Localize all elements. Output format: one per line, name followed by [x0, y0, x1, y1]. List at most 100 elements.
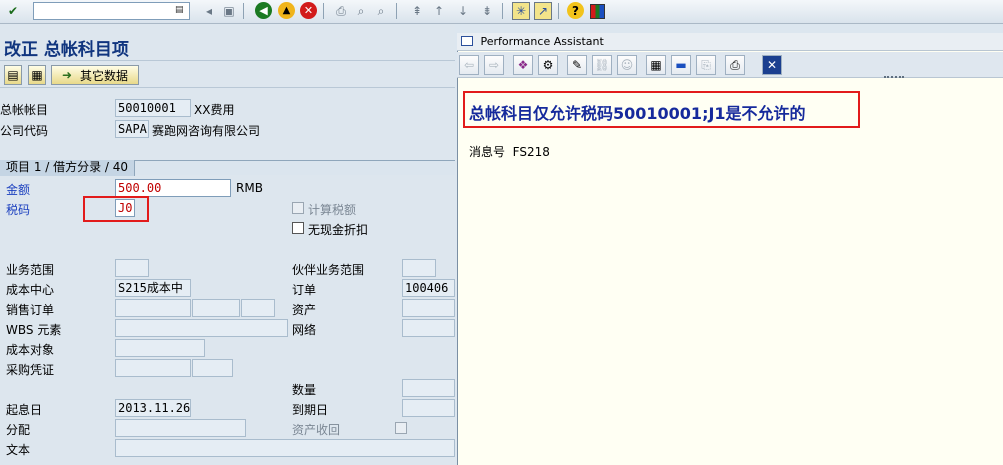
resize-grip[interactable] — [884, 76, 904, 78]
calculate-tax-checkbox[interactable] — [292, 202, 304, 214]
cost-object-label: 成本对象 — [6, 343, 55, 357]
tax-code-highlight — [83, 196, 149, 222]
network-field[interactable] — [402, 319, 455, 337]
purchasing-document-item-field[interactable] — [192, 359, 233, 377]
text-field[interactable] — [115, 439, 455, 457]
quantity-label: 数量 — [292, 383, 317, 397]
item-section-title: 项目 1 / 借方分录 / 40 — [0, 160, 136, 176]
quantity-field[interactable] — [402, 379, 455, 397]
page-title: 改正 总帐科目项 — [4, 40, 129, 60]
company-code-label: 公司代码 — [0, 124, 49, 138]
partner-business-area-label: 伙伴业务范围 — [292, 263, 365, 277]
sales-order-label: 销售订单 — [6, 303, 55, 317]
error-message-highlight — [463, 91, 860, 128]
save-icon[interactable]: ▣ — [220, 2, 238, 20]
performance-assistant-toolbar: ⇦ ⇨ ❖ ⚙ ✎ ⛓ ☺ ▦ ▬ ⎘ ⎙ ✕ — [457, 52, 1003, 78]
wbs-element-label: WBS 元素 — [6, 323, 62, 337]
baseline-date-label: 起息日 — [6, 403, 43, 417]
purchasing-document-label: 采购凭证 — [6, 363, 55, 377]
cost-center-field[interactable]: S215成本中 — [115, 279, 191, 297]
asset-field[interactable] — [402, 299, 455, 317]
find-icon[interactable]: ⌕ — [352, 2, 370, 20]
check-icon[interactable]: ✔ — [4, 2, 22, 20]
link-icon[interactable]: ⛓ — [592, 55, 612, 75]
window-icon — [461, 36, 473, 46]
business-area-label: 业务范围 — [6, 263, 55, 277]
performance-assistant-title: Performance Assistant — [480, 35, 604, 48]
first-page-icon[interactable]: ⇞ — [408, 2, 426, 20]
exit-icon[interactable]: ▲ — [278, 2, 295, 19]
cost-center-label: 成本中心 — [6, 283, 55, 297]
cost-object-field[interactable] — [115, 339, 205, 357]
overview-icon[interactable]: ▤ — [4, 65, 22, 85]
document-icon[interactable]: ▦ — [28, 65, 46, 85]
last-page-icon[interactable]: ⇟ — [478, 2, 496, 20]
asset-retirement-label: 资产收回 — [292, 423, 341, 437]
message-number-label: 消息号 — [469, 145, 506, 159]
calculate-tax-label: 计算税额 — [308, 203, 357, 217]
command-history-icon[interactable]: ▤ — [175, 5, 187, 17]
help-icon[interactable]: ? — [567, 2, 584, 19]
network-label: 网络 — [292, 323, 317, 337]
purchasing-document-field[interactable] — [115, 359, 191, 377]
command-field[interactable]: ▤ — [33, 2, 190, 20]
arrow-right-icon: ➜ — [61, 68, 73, 82]
order-field[interactable]: 100406 — [402, 279, 455, 297]
back-arrow-icon[interactable]: ⇦ — [459, 55, 479, 75]
cancel-icon[interactable]: ✕ — [300, 2, 317, 19]
create-session-icon[interactable]: ✳ — [512, 2, 530, 20]
assignment-field[interactable] — [115, 419, 246, 437]
asset-label: 资产 — [292, 303, 317, 317]
other-data-button[interactable]: ➜ 其它数据 — [51, 65, 139, 85]
sales-order-field[interactable] — [115, 299, 191, 317]
wbs-element-field[interactable] — [115, 319, 288, 337]
company-code-description: 赛跑网咨询有限公司 — [152, 124, 261, 138]
edit-icon[interactable]: ✎ — [567, 55, 587, 75]
other-data-label: 其它数据 — [80, 68, 129, 83]
assignment-label: 分配 — [6, 423, 31, 437]
sales-order-item-field[interactable] — [192, 299, 240, 317]
back-icon[interactable]: ◀ — [255, 2, 272, 19]
tax-code-label: 税码 — [6, 203, 31, 217]
customize-icon[interactable] — [590, 4, 605, 19]
next-page-icon[interactable]: ↓ — [454, 2, 472, 20]
company-code-field[interactable]: SAPA — [115, 120, 149, 138]
main-screen — [0, 24, 455, 465]
gl-account-field[interactable]: 50010001 — [115, 99, 191, 117]
gl-account-description: XX费用 — [194, 103, 235, 117]
text-label: 文本 — [6, 443, 31, 457]
currency-label: RMB — [236, 181, 263, 195]
asset-retirement-checkbox[interactable] — [395, 422, 407, 434]
find-next-icon[interactable]: ⌕ — [372, 2, 390, 20]
technical-info-icon[interactable]: ⚙ — [538, 55, 558, 75]
message-number: 消息号 FS218 — [469, 143, 550, 160]
business-area-field[interactable] — [115, 259, 149, 277]
users-icon[interactable]: ☺ — [617, 55, 637, 75]
note-icon[interactable]: ▬ — [671, 55, 691, 75]
forward-arrow-icon[interactable]: ⇨ — [484, 55, 504, 75]
due-date-field[interactable] — [402, 399, 455, 417]
close-icon[interactable]: ✕ — [762, 55, 782, 75]
prev-page-icon[interactable]: ↑ — [430, 2, 448, 20]
no-cash-discount-label: 无现金折扣 — [308, 223, 369, 237]
performance-assistant-header: Performance Assistant — [457, 33, 1003, 51]
order-label: 订单 — [292, 283, 317, 297]
shortcut-icon[interactable]: ↗ — [534, 2, 552, 20]
amount-field[interactable]: 500.00 — [115, 179, 231, 197]
print-icon[interactable]: ⎙ — [725, 55, 745, 75]
due-date-label: 到期日 — [292, 403, 329, 417]
book-icon[interactable]: ❖ — [513, 55, 533, 75]
amount-label: 金额 — [6, 183, 31, 197]
system-toolbar: ✔ ▤ ◂ ▣ ◀ ▲ ✕ ⎙ ⌕ ⌕ ⇞ ↑ ↓ ⇟ ✳ ↗ ? — [0, 0, 1003, 24]
print-preview-icon[interactable]: ⎘ — [696, 55, 716, 75]
print-icon[interactable]: ⎙ — [332, 2, 350, 20]
table-icon[interactable]: ▦ — [646, 55, 666, 75]
baseline-date-field[interactable]: 2013.11.26 — [115, 399, 191, 417]
no-cash-discount-checkbox[interactable] — [292, 222, 304, 234]
sales-order-schedule-field[interactable] — [241, 299, 275, 317]
partner-business-area-field[interactable] — [402, 259, 436, 277]
application-toolbar: ▤ ▦ ➜ 其它数据 — [0, 60, 455, 88]
collapse-icon[interactable]: ◂ — [200, 2, 218, 20]
message-number-value: FS218 — [512, 145, 550, 159]
gl-account-label: 总帐帐目 — [0, 103, 49, 117]
